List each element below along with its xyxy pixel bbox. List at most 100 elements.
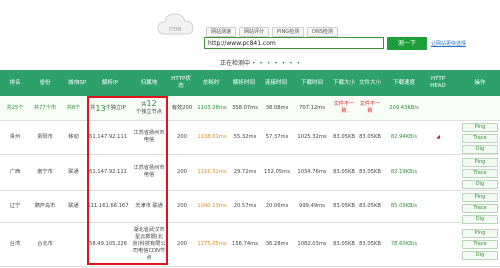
trace-button[interactable]: Trace: [462, 169, 498, 178]
summary-file-size: 文件不一致: [359, 101, 381, 114]
col-http-status: HTTP状态: [171, 76, 191, 89]
row-total: 1216.52ms: [197, 168, 227, 175]
row-city: 贵阳市: [37, 133, 53, 140]
row-dl-size: 83.05KB: [333, 168, 355, 175]
row-status: 200: [177, 133, 187, 140]
col-order: 排名: [9, 79, 21, 86]
summary-download: 707.12ms: [299, 104, 325, 111]
row-download: 1082.03ms: [297, 240, 327, 247]
summary-provinces: 共25个: [0, 96, 30, 120]
summary-row: 共25个 共77个市 共8个 共 13 个独立IP 共12 个独立节点 有效200 …: [0, 96, 500, 121]
row-isp: 联通: [68, 168, 79, 175]
row-speed: 82.94KB/s: [390, 133, 418, 140]
progress-dots: • • • • • • •: [251, 60, 302, 67]
summary-dl-size: 文件不一致: [333, 101, 355, 114]
url-input[interactable]: http://www.pc841.com: [204, 37, 384, 49]
row-status: 200: [177, 240, 187, 247]
speed-up-link[interactable]: 让网站更快选择: [431, 40, 466, 47]
row-status: 200: [177, 202, 187, 209]
row-connect: 20.06ms: [265, 202, 289, 209]
col-province: 省份: [39, 79, 51, 86]
table-row: 辽宁 葫芦岛市 联通 111.161.66.167 天津市 联通 200 104…: [0, 190, 500, 224]
ping-button[interactable]: Ping: [462, 123, 498, 132]
col-download-speed: 下载速度: [392, 79, 415, 86]
test-button[interactable]: 测一下: [387, 37, 427, 50]
summary-connect: 38.08ms: [265, 104, 289, 111]
row-city: 南宁市: [37, 168, 53, 175]
table-row: 台湾 台北市 58.49.105.226 湖北省武汉市 星云数据(北京)科技有限…: [0, 222, 500, 267]
col-connect-time: 连接时间: [264, 79, 287, 86]
tab-site-score[interactable]: 网站评分: [239, 27, 270, 37]
expand-arrow-icon[interactable]: ◢: [426, 120, 450, 154]
row-file-size: 83.05KB: [359, 133, 381, 140]
row-actions: Ping Trace Dig: [462, 158, 498, 191]
ping-button[interactable]: Ping: [462, 229, 498, 238]
row-isp: 移动: [68, 133, 79, 140]
row-download: 1034.76ms: [297, 168, 327, 175]
row-city: 葫芦岛市: [34, 202, 56, 209]
trace-button[interactable]: Trace: [462, 204, 498, 213]
col-download-size: 下载大小: [332, 79, 355, 86]
row-status: 200: [177, 168, 187, 175]
summary-cities: 共77个市: [30, 96, 60, 120]
row-total: 1275.05ms: [197, 240, 227, 247]
row-file-size: 83.05KB: [359, 202, 381, 209]
row-connect: 36.28ms: [265, 240, 289, 247]
ping-button[interactable]: Ping: [462, 158, 498, 167]
row-dl-size: 83.05KB: [333, 240, 355, 247]
row-speed: 82.19KB/s: [390, 168, 418, 175]
row-download: 999.49ms: [299, 202, 325, 209]
summary-status: 有效200: [171, 104, 193, 111]
tab-ping[interactable]: PING检测: [272, 27, 305, 37]
row-dl-size: 83.05KB: [333, 133, 355, 140]
row-actions: Ping Trace Dig: [462, 229, 498, 262]
dig-button[interactable]: Dig: [462, 145, 498, 154]
summary-provinces-text: 共25个: [6, 104, 24, 111]
row-province: 贵州: [9, 133, 21, 140]
row-file-size: 83.05KB: [359, 168, 381, 175]
col-isp: ISP: [77, 79, 87, 86]
col-http-head: HTTP HEAD: [430, 76, 446, 89]
row-total: 1040.13ms: [197, 202, 227, 209]
row-total: 1138.01ms: [197, 133, 227, 140]
col-resolve-time: 解析时间: [232, 79, 255, 86]
summary-cities-text: 共77个市: [33, 104, 57, 111]
col-download-time: 下载时间: [300, 79, 323, 86]
row-dl-size: 83.05KB: [333, 202, 355, 209]
site-logo: ITDN: [156, 8, 196, 42]
row-city: 台北市: [37, 240, 53, 247]
row-province: 辽宁: [9, 202, 21, 209]
tab-speed-test[interactable]: 网站测速: [206, 27, 237, 37]
row-resolve: 20.57ms: [233, 202, 257, 209]
row-province: 广西: [9, 168, 21, 175]
summary-isps-text: 共8个: [66, 104, 81, 111]
progress-status: 正在检测中 • • • • • • •: [220, 58, 301, 67]
summary-total: 1103.28ms: [197, 104, 227, 111]
highlight-box: [87, 96, 168, 265]
table-row: 广西 南宁市 联通 61.147.92.111 江苏省扬州市 电信 200 12…: [0, 154, 500, 191]
table-header: 排名 省份 城市 ISP 解析IP 归属地 HTTP状态 总耗时 解析时间 连接…: [0, 70, 500, 96]
row-connect: 57.37ms: [265, 133, 289, 140]
row-connect: 152.05ms: [264, 168, 290, 175]
table-row: 贵州 贵阳市 移动 61.147.92.111 江苏省扬州市 电信 200 11…: [0, 120, 500, 155]
dig-button[interactable]: Dig: [462, 180, 498, 189]
col-ip: 解析IP: [102, 79, 118, 86]
tab-dns[interactable]: DNS检测: [307, 27, 338, 37]
col-action: 操作: [474, 79, 486, 86]
dig-button[interactable]: Dig: [462, 251, 498, 260]
row-resolve: 156.74ms: [232, 240, 258, 247]
row-isp: 联通: [68, 202, 79, 209]
row-province: 台湾: [9, 240, 21, 247]
summary-resolve: 358.07ms: [232, 104, 258, 111]
ping-button[interactable]: Ping: [462, 193, 498, 202]
top-tabs: 网站测速 网站评分 PING检测 DNS检测: [206, 27, 341, 37]
row-download: 1025.32ms: [297, 133, 327, 140]
summary-isps: 共8个: [60, 96, 87, 120]
trace-button[interactable]: Trace: [462, 134, 498, 143]
row-isp: [60, 222, 87, 266]
row-resolve: 55.32ms: [233, 133, 257, 140]
row-resolve: 29.72ms: [233, 168, 257, 175]
progress-text: 正在检测中: [220, 60, 251, 67]
row-file-size: 83.05KB: [359, 240, 381, 247]
trace-button[interactable]: Trace: [462, 240, 498, 249]
